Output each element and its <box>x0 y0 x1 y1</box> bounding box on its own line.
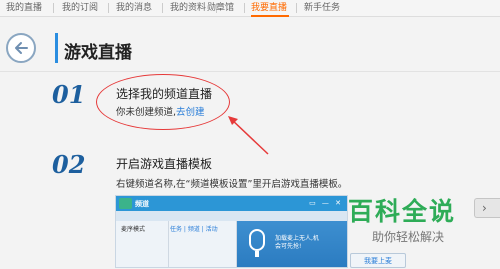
nav-separator <box>53 3 54 13</box>
preview-toolbar <box>116 211 347 221</box>
nav-item-profile[interactable]: 我的资料 <box>170 2 206 14</box>
nav-separator <box>244 3 245 13</box>
step-description: 右键频道名称,在“频道模板设置”里开启游戏直播模板。 <box>116 179 348 190</box>
highlight-ellipse <box>96 74 230 130</box>
watermark-title: 百科全说 <box>348 197 457 226</box>
side-float-tab[interactable]: › <box>474 198 500 218</box>
nav-item-my-live[interactable]: 我的直播 <box>6 2 42 14</box>
annotation-arrow-icon <box>228 116 269 155</box>
preview-titlebar: 频道 ▭ — ✕ <box>116 196 347 211</box>
step-number: 02 <box>52 150 86 179</box>
nav-item-go-live[interactable]: 我要直播 <box>251 2 287 14</box>
nav-item-subscriptions[interactable]: 我的订阅 <box>62 2 98 14</box>
watermark: 百科全说 助你轻松解决 <box>348 188 466 250</box>
window-controls-icon: ▭ — ✕ <box>309 199 343 207</box>
watermark-subtitle: 助你轻松解决 <box>372 230 445 244</box>
page-title: 游戏直播 <box>64 43 132 63</box>
preview-message: 加载麦上无人,机 会可先抢! <box>275 235 319 251</box>
preview-message-line: 加载麦上无人,机 <box>275 235 319 242</box>
screenshot-preview: 频道 ▭ — ✕ 麦序模式 任务 | 频道 | 活动 加载麦上无人,机 会可先抢… <box>115 195 348 268</box>
preview-mode-label: 麦序模式 <box>121 226 146 233</box>
top-nav: 我的直播 我的订阅 我的消息 我的资料 勋章馆 我要直播 新手任务 <box>0 0 500 17</box>
nav-item-messages[interactable]: 我的消息 <box>116 2 152 14</box>
preview-menu-text: 任务 | 频道 | 活动 <box>170 226 218 233</box>
nav-separator <box>296 3 297 13</box>
chevron-icon: › <box>482 201 487 215</box>
go-on-mic-button[interactable]: 我要上麦 <box>350 253 406 268</box>
nav-separator <box>162 3 163 13</box>
nav-separator <box>108 3 109 13</box>
mic-icon <box>249 229 265 251</box>
preview-mic-panel: 加载麦上无人,机 会可先抢! <box>237 221 347 267</box>
mic-stand <box>255 251 259 257</box>
step-title: 开启游戏直播模板 <box>116 157 213 171</box>
header-divider <box>0 71 500 72</box>
step-number: 01 <box>52 80 86 109</box>
arrow-left-icon <box>15 42 28 54</box>
app-logo-icon <box>119 198 132 209</box>
back-button[interactable] <box>6 33 36 63</box>
preview-message-line: 会可先抢! <box>275 243 302 250</box>
preview-logo-text: 频道 <box>135 200 149 208</box>
nav-item-newbie-tasks[interactable]: 新手任务 <box>304 2 340 14</box>
title-accent-bar <box>55 33 58 63</box>
active-tab-underline <box>251 15 289 17</box>
nav-item-medals[interactable]: 勋章馆 <box>207 2 234 14</box>
preview-divider <box>168 221 169 267</box>
